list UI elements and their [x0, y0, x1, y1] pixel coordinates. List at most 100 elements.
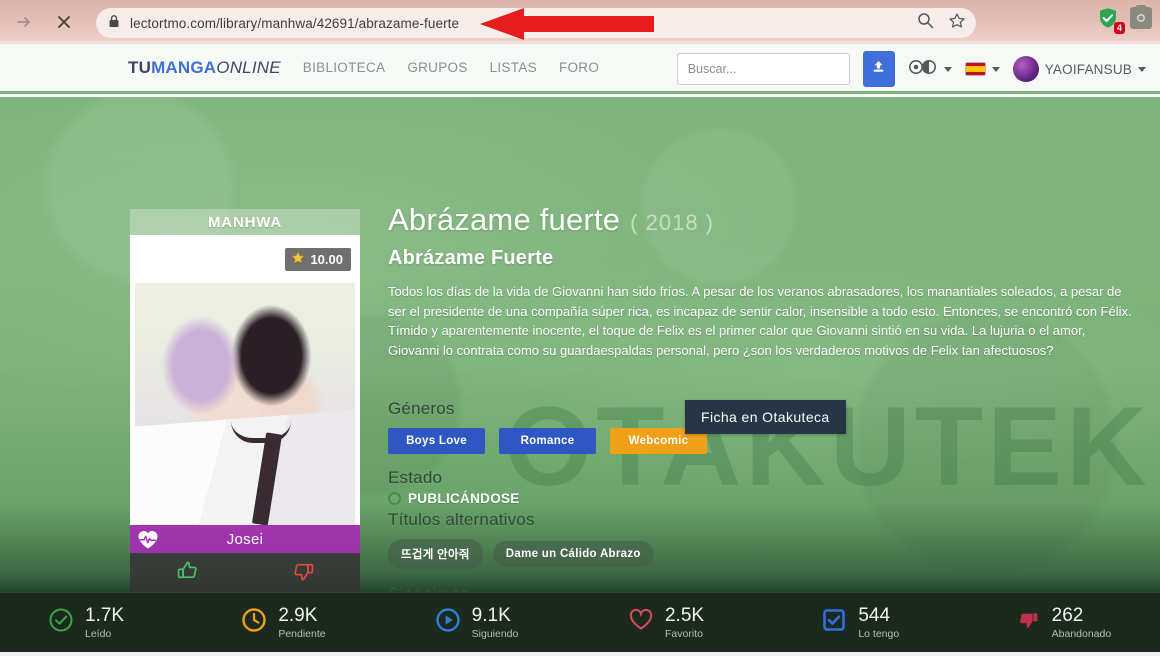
search-input[interactable]: Buscar... [676, 53, 850, 85]
status-heading: Estado [388, 468, 443, 487]
thumbs-up-icon [175, 558, 201, 589]
upload-icon [870, 58, 887, 80]
stat-value: 544 [858, 604, 891, 626]
genre-badge[interactable]: Romance [499, 428, 596, 454]
heartbeat-icon [136, 528, 160, 554]
thumbs-down-icon [290, 558, 316, 589]
nav-item-biblioteca[interactable]: BIBLIOTECA [303, 60, 386, 75]
star-icon[interactable] [948, 12, 966, 35]
stat-label: Lo tengo [858, 627, 900, 640]
series-hero-section: OTAKUTEK MANHWA 10.00 Josei Abrázame fue… [0, 97, 1160, 592]
stat-label: Favorito [664, 627, 703, 640]
dislike-button[interactable] [245, 558, 360, 589]
alt-title-pill[interactable]: 뜨겁게 안아줘 [388, 539, 483, 569]
visibility-dropdown[interactable] [908, 59, 952, 80]
nav-links: BIBLIOTECA GRUPOS LISTAS FORO [303, 60, 599, 75]
stat-value: 9.1K [471, 604, 511, 626]
forward-button[interactable] [8, 6, 40, 38]
stat-value: 262 [1051, 604, 1084, 626]
heart-icon [628, 607, 654, 638]
cover-image[interactable]: 10.00 [130, 235, 360, 525]
chevron-down-icon [1138, 66, 1146, 72]
username-label: YAOIFANSUB [1044, 61, 1132, 77]
checkbox-icon [821, 607, 847, 638]
status-indicator-icon [388, 492, 401, 505]
stat-label: Abandonado [1051, 627, 1112, 640]
stat-leido[interactable]: 1.7K Leído [0, 604, 193, 640]
close-icon [55, 13, 73, 31]
status-badge: PUBLICÁNDOSE [408, 491, 520, 506]
play-circle-icon [435, 607, 461, 638]
logo-part-online: ONLINE [216, 57, 281, 77]
site-navbar: TUMANGAONLINE BIBLIOTECA GRUPOS LISTAS F… [0, 44, 1160, 94]
user-menu[interactable]: YAOIFANSUB [1012, 56, 1146, 82]
page-title: Abrázame fuerte [388, 202, 621, 237]
spain-flag-icon [964, 62, 986, 76]
site-logo[interactable]: TUMANGAONLINE [128, 58, 281, 78]
navbar-right-group: Buscar... YAOIFANSUB [676, 44, 1146, 94]
otakuteca-button[interactable]: Ficha en Otakuteca [685, 400, 846, 434]
red-arrow-annotation [480, 8, 654, 40]
page-bottom-edge [0, 652, 1160, 656]
clock-icon [241, 607, 267, 638]
vote-bar [130, 553, 360, 592]
search-zoom-icon[interactable] [917, 12, 934, 34]
nav-item-foro[interactable]: FORO [559, 60, 599, 75]
logo-part-tu: TU [128, 57, 152, 77]
stat-value: 2.9K [278, 604, 318, 626]
stop-button[interactable] [48, 6, 80, 38]
synopsis-text: Todos los días de la vida de Giovanni ha… [388, 284, 1132, 358]
rating-value: 10.00 [310, 252, 343, 267]
url-text: lectortmo.com/library/manhwa/42691/abraz… [130, 15, 460, 31]
series-details: Abrázame fuerte ( 2018 ) Abrázame Fuerte… [388, 202, 1148, 592]
shield-extension-button[interactable]: 4 [1096, 6, 1125, 34]
genre-badge[interactable]: Boys Love [388, 428, 485, 454]
stats-bar: 1.7K Leído 2.9K Pendiente 9.1K Siguiendo… [0, 592, 1160, 652]
eye-glasses-icon [908, 59, 938, 80]
nav-item-grupos[interactable]: GRUPOS [407, 60, 467, 75]
cover-column: MANHWA 10.00 Josei [130, 209, 360, 592]
chevron-down-icon [991, 66, 1000, 72]
language-dropdown[interactable] [964, 62, 1000, 76]
alt-titles-heading: Títulos alternativos [388, 510, 535, 529]
artwork-tie-detail [251, 432, 283, 525]
demographic-bar: Josei [130, 525, 360, 553]
stat-label: Siguiendo [471, 627, 519, 640]
stat-value: 2.5K [664, 604, 705, 626]
shield-badge-count: 4 [1113, 22, 1125, 34]
like-button[interactable] [130, 558, 245, 589]
logo-part-manga: MANGA [151, 57, 217, 77]
thumbs-down-icon [1015, 607, 1041, 638]
rating-badge: 10.00 [285, 248, 351, 271]
lock-icon [108, 14, 120, 33]
stat-value: 1.7K [85, 604, 125, 626]
artwork-collar-detail [231, 421, 291, 443]
alt-titles-list: 뜨겁게 안아줘 Dame un Cálido Abrazo [388, 539, 1148, 569]
cover-artwork [135, 283, 355, 525]
chevron-down-icon [943, 66, 952, 72]
stat-lo-tengo[interactable]: 544 Lo tengo [773, 604, 966, 640]
check-circle-icon [48, 607, 74, 638]
alt-title-pill[interactable]: Dame un Cálido Abrazo [492, 541, 654, 567]
series-type-label: MANHWA [130, 209, 360, 235]
browser-extensions: 4 [1096, 6, 1152, 34]
avatar [1012, 56, 1039, 82]
stat-label: Pendiente [278, 627, 326, 640]
forward-arrow-icon [15, 13, 33, 31]
browser-toolbar: lectortmo.com/library/manhwa/42691/abraz… [0, 0, 1160, 44]
extension-icon[interactable] [1130, 7, 1152, 29]
title-year: ( 2018 ) [630, 210, 714, 235]
stat-pendiente[interactable]: 2.9K Pendiente [193, 604, 386, 640]
title-row: Abrázame fuerte ( 2018 ) [388, 202, 1148, 238]
demographic-label: Josei [226, 530, 264, 548]
stat-siguiendo[interactable]: 9.1K Siguiendo [387, 604, 580, 640]
star-icon [291, 251, 305, 268]
stat-label: Leído [85, 627, 112, 640]
stat-abandonado[interactable]: 262 Abandonado [967, 604, 1160, 640]
stat-favorito[interactable]: 2.5K Favorito [580, 604, 773, 640]
upload-button[interactable] [862, 51, 895, 87]
synonyms-heading: Sinónimos [388, 583, 1148, 592]
nav-item-listas[interactable]: LISTAS [490, 60, 537, 75]
page-subtitle: Abrázame Fuerte [388, 247, 554, 269]
status-row: PUBLICÁNDOSE [388, 491, 1148, 506]
